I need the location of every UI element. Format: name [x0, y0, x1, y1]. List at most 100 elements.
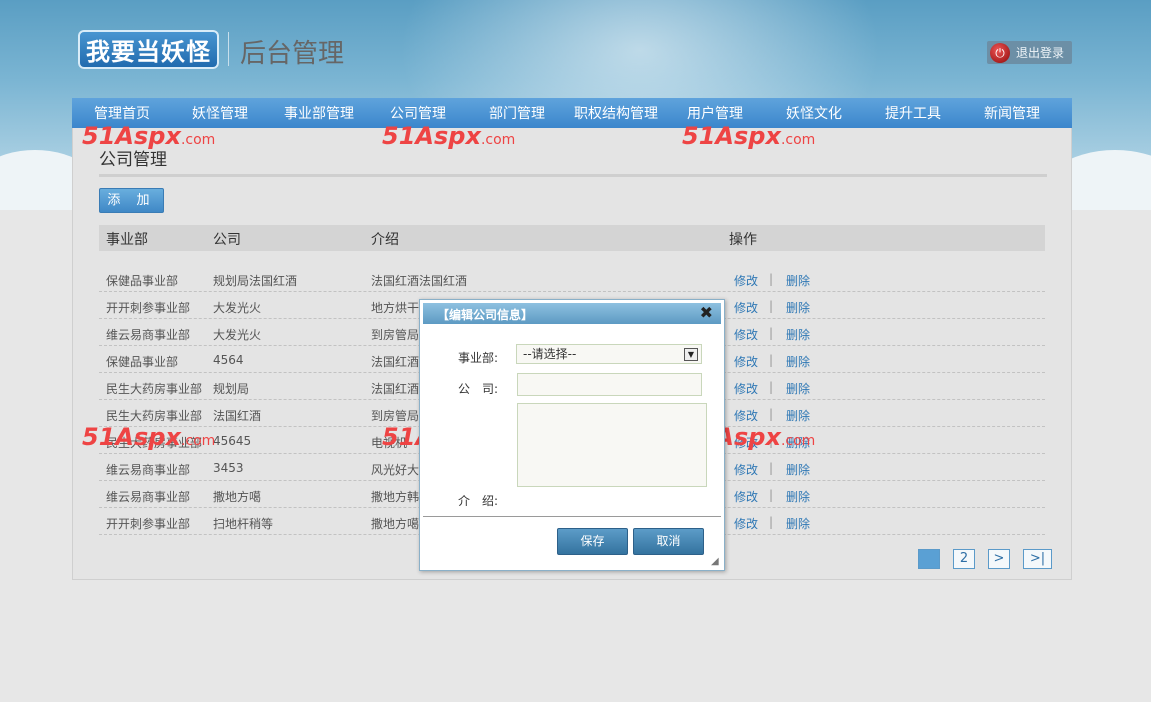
- page-button-current[interactable]: 1: [918, 549, 940, 569]
- cell-division: 民生大药房事业部: [106, 436, 203, 450]
- cell-intro: 风光好大: [371, 463, 420, 477]
- cell-intro: 到房管局: [371, 409, 420, 423]
- cell-intro: 撒地方韩: [371, 490, 420, 504]
- close-icon[interactable]: ✖: [700, 303, 713, 322]
- division-label: 事业部:: [458, 351, 499, 365]
- cell-division: 民生大药房事业部: [106, 409, 203, 423]
- cell-company: 规划局法国红酒: [213, 274, 298, 288]
- cell-division: 维云易商事业部: [106, 328, 191, 342]
- nav-item-tools[interactable]: 提升工具: [862, 98, 964, 128]
- add-button[interactable]: 添 加: [99, 188, 164, 213]
- link-separator: |: [769, 299, 774, 313]
- column-header-actions: 操作: [729, 232, 757, 248]
- column-header-division: 事业部: [106, 232, 148, 248]
- edit-link[interactable]: 修改: [734, 272, 758, 289]
- logout-label: 退出登录: [1016, 46, 1065, 60]
- cell-intro: 撒地方噶: [371, 517, 420, 531]
- cancel-button[interactable]: 取消: [633, 528, 704, 555]
- nav-item-authority-structure[interactable]: 职权结构管理: [568, 98, 664, 128]
- delete-link[interactable]: 删除: [786, 434, 810, 451]
- cell-intro: 地方烘干: [371, 301, 420, 315]
- division-select-value: --请选择--: [523, 347, 577, 361]
- table-header: 事业部 公司 介绍 操作: [99, 225, 1045, 251]
- edit-link[interactable]: 修改: [734, 299, 758, 316]
- link-separator: |: [769, 515, 774, 529]
- delete-link[interactable]: 删除: [786, 380, 810, 397]
- cell-company: 规划局: [213, 382, 250, 396]
- delete-link[interactable]: 删除: [786, 407, 810, 424]
- edit-link[interactable]: 修改: [734, 407, 758, 424]
- page-title: 公司管理: [99, 150, 167, 170]
- resize-grip-icon[interactable]: ◢: [711, 557, 721, 567]
- page-button-2[interactable]: 2: [953, 549, 975, 569]
- delete-link[interactable]: 删除: [786, 353, 810, 370]
- delete-link[interactable]: 删除: [786, 461, 810, 478]
- delete-link[interactable]: 删除: [786, 515, 810, 532]
- logout-button[interactable]: ⏻ 退出登录: [987, 41, 1072, 64]
- link-separator: |: [769, 461, 774, 475]
- link-separator: |: [769, 407, 774, 421]
- edit-link[interactable]: 修改: [734, 461, 758, 478]
- company-label: 公 司:: [458, 382, 499, 396]
- edit-link[interactable]: 修改: [734, 380, 758, 397]
- intro-label: 介 绍:: [458, 494, 499, 508]
- intro-textarea[interactable]: [517, 403, 707, 487]
- nav-item-monsters[interactable]: 妖怪管理: [172, 98, 268, 128]
- company-input[interactable]: [517, 373, 702, 396]
- edit-link[interactable]: 修改: [734, 434, 758, 451]
- link-separator: |: [769, 353, 774, 367]
- cell-company: 撒地方噶: [213, 490, 262, 504]
- dialog-divider: [423, 516, 721, 517]
- cell-intro: 法国红酒: [371, 355, 420, 369]
- nav-item-news[interactable]: 新闻管理: [964, 98, 1060, 128]
- save-button[interactable]: 保存: [557, 528, 628, 555]
- cell-division: 民生大药房事业部: [106, 382, 203, 396]
- cell-division: 维云易商事业部: [106, 463, 191, 477]
- cell-intro: 电视机: [371, 436, 408, 450]
- cell-company: 大发光火: [213, 301, 262, 315]
- dialog-title: 【编辑公司信息】: [437, 308, 534, 322]
- link-separator: |: [769, 380, 774, 394]
- cell-company: 大发光火: [213, 328, 262, 342]
- column-header-company: 公司: [213, 232, 241, 248]
- cell-division: 维云易商事业部: [106, 490, 191, 504]
- cell-intro: 法国红酒法国红酒: [371, 274, 468, 288]
- cell-division: 开开刺参事业部: [106, 517, 191, 531]
- delete-link[interactable]: 删除: [786, 299, 810, 316]
- cell-division: 开开刺参事业部: [106, 301, 191, 315]
- last-page-button[interactable]: >|: [1023, 549, 1052, 569]
- link-separator: |: [769, 434, 774, 448]
- next-page-button[interactable]: >: [988, 549, 1010, 569]
- main-nav: 管理首页 妖怪管理 事业部管理 公司管理 部门管理 职权结构管理 用户管理 妖怪…: [72, 98, 1072, 128]
- column-header-intro: 介绍: [371, 232, 399, 248]
- cell-company: 3453: [213, 461, 244, 475]
- logo-divider: [228, 32, 229, 66]
- cell-division: 保健品事业部: [106, 355, 179, 369]
- edit-link[interactable]: 修改: [734, 515, 758, 532]
- nav-item-home[interactable]: 管理首页: [72, 98, 172, 128]
- nav-item-users[interactable]: 用户管理: [664, 98, 766, 128]
- edit-link[interactable]: 修改: [734, 353, 758, 370]
- cell-intro: 法国红酒: [371, 382, 420, 396]
- site-logo[interactable]: 我要当妖怪: [78, 30, 219, 69]
- cell-company: 扫地杆稍等: [213, 517, 274, 531]
- nav-item-culture[interactable]: 妖怪文化: [766, 98, 862, 128]
- division-select[interactable]: --请选择-- ▼: [516, 344, 702, 364]
- nav-item-companies[interactable]: 公司管理: [370, 98, 466, 128]
- delete-link[interactable]: 删除: [786, 272, 810, 289]
- power-icon: ⏻: [990, 42, 1010, 63]
- cell-company: 法国红酒: [213, 409, 262, 423]
- delete-link[interactable]: 删除: [786, 326, 810, 343]
- chevron-down-icon[interactable]: ▼: [684, 348, 698, 361]
- delete-link[interactable]: 删除: [786, 488, 810, 505]
- nav-item-divisions[interactable]: 事业部管理: [268, 98, 370, 128]
- edit-link[interactable]: 修改: [734, 488, 758, 505]
- site-subtitle: 后台管理: [240, 39, 345, 69]
- title-divider: [99, 174, 1047, 177]
- cell-company: 4564: [213, 353, 244, 367]
- link-separator: |: [769, 488, 774, 502]
- nav-item-departments[interactable]: 部门管理: [466, 98, 568, 128]
- table-row: 保健品事业部 规划局法国红酒 法国红酒法国红酒 修改 | 删除: [99, 265, 1045, 292]
- link-separator: |: [769, 272, 774, 286]
- edit-link[interactable]: 修改: [734, 326, 758, 343]
